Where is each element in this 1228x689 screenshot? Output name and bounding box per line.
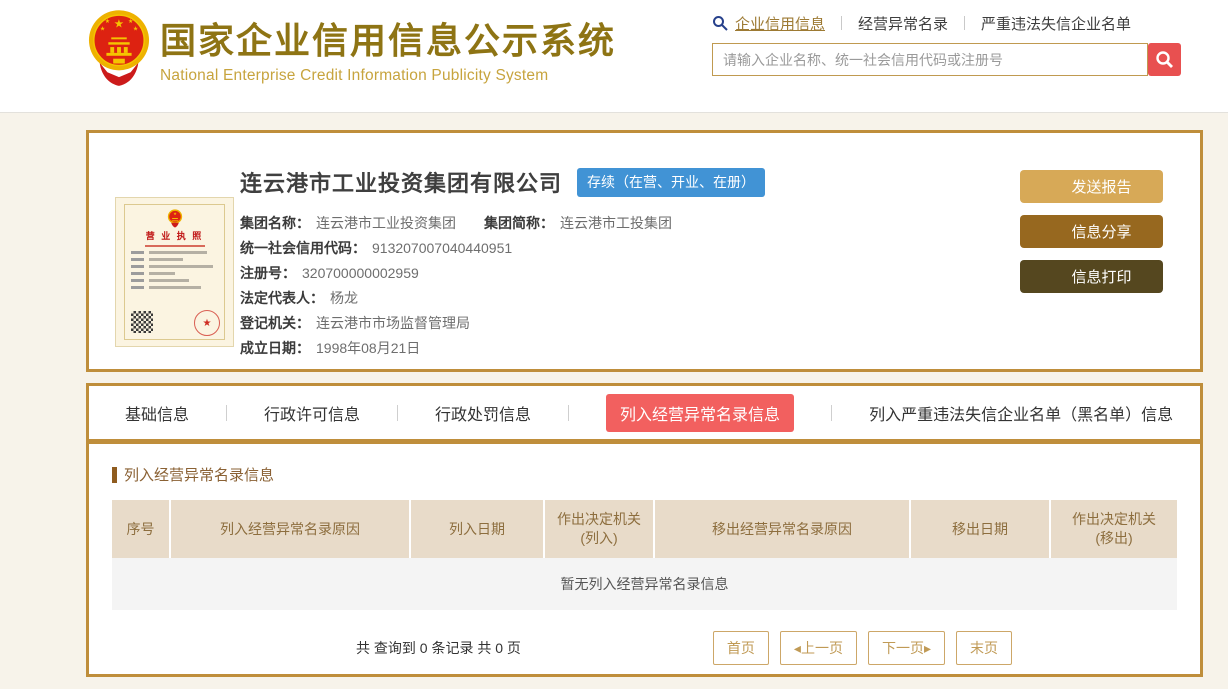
tab-bar: 基础信息 行政许可信息 行政处罚信息 列入经营异常名录信息 列入严重违法失信企业… — [89, 386, 1200, 439]
svg-text:★: ★ — [128, 18, 133, 25]
nav-link-illegal-list[interactable]: 严重违法失信企业名单 — [981, 13, 1131, 34]
company-fields: 集团名称：连云港市工业投资集团集团简称：连云港市工投集团 统一社会信用代码：91… — [240, 211, 765, 361]
field-establishment-date: 成立日期：1998年08月21日 — [240, 336, 765, 361]
search-icon — [712, 15, 728, 31]
col-header-remove-reason: 移出经营异常名录原因 — [655, 500, 911, 558]
col-header-remove-authority: 作出决定机关(移出) — [1051, 500, 1177, 558]
tab-separator — [226, 405, 227, 421]
svg-text:★: ★ — [114, 18, 124, 31]
svg-text:★: ★ — [133, 26, 138, 33]
nav-link-abnormal-list[interactable]: 经营异常名录 — [858, 13, 948, 34]
table-header-row: 序号 列入经营异常名录原因 列入日期 作出决定机关(列入) 移出经营异常名录原因… — [112, 500, 1177, 558]
svg-text:★: ★ — [100, 26, 105, 33]
col-header-list-date: 列入日期 — [411, 500, 545, 558]
last-page-button[interactable]: 末页 — [956, 631, 1012, 665]
table-empty-state: 暂无列入经营异常名录信息 — [112, 558, 1177, 610]
action-buttons: 发送报告 信息分享 信息打印 — [1020, 170, 1163, 305]
site-title-en: National Enterprise Credit Information P… — [160, 67, 616, 85]
next-page-button[interactable]: 下一页▸ — [868, 631, 945, 665]
company-summary-card: ★ 营 业 执 照 ★ 连云港市工业投资集团有限公司 存续（在营、开业、在册） … — [86, 130, 1203, 372]
col-header-list-authority: 作出决定机关(列入) — [545, 500, 655, 558]
license-red-seal: ★ — [194, 310, 220, 336]
field-registration-authority: 登记机关：连云港市市场监督管理局 — [240, 311, 765, 336]
section-title-bar — [112, 467, 117, 483]
nav-link-enterprise-credit[interactable]: 企业信用信息 — [735, 13, 825, 34]
search-input[interactable] — [712, 43, 1148, 76]
tab-separator — [831, 405, 832, 421]
field-legal-representative: 法定代表人：杨龙 — [240, 286, 765, 311]
tab-basic-info[interactable]: 基础信息 — [125, 401, 189, 425]
field-registration-number: 注册号：320700000002959 — [240, 261, 765, 286]
header-nav: 企业信用信息 经营异常名录 严重违法失信企业名单 — [712, 12, 1204, 34]
license-qr-code — [131, 311, 153, 333]
svg-text:★: ★ — [105, 18, 110, 25]
search-button[interactable] — [1148, 43, 1181, 76]
nav-separator — [964, 16, 965, 30]
detail-card: 基础信息 行政许可信息 行政处罚信息 列入经营异常名录信息 列入严重违法失信企业… — [86, 383, 1203, 677]
print-info-button[interactable]: 信息打印 — [1020, 260, 1163, 293]
share-info-button[interactable]: 信息分享 — [1020, 215, 1163, 248]
field-group-name: 集团名称：连云港市工业投资集团集团简称：连云港市工投集团 — [240, 211, 765, 236]
col-header-list-reason: 列入经营异常名录原因 — [171, 500, 411, 558]
license-title: 营 业 执 照 — [125, 229, 224, 242]
company-name: 连云港市工业投资集团有限公司 — [240, 166, 562, 198]
col-header-remove-date: 移出日期 — [911, 500, 1051, 558]
tab-abnormal-operations[interactable]: 列入经营异常名录信息 — [606, 394, 794, 432]
business-license-image[interactable]: ★ 营 业 执 照 ★ — [115, 197, 234, 347]
col-header-index: 序号 — [112, 500, 171, 558]
nav-separator — [841, 16, 842, 30]
prev-page-button[interactable]: ◂上一页 — [780, 631, 857, 665]
tab-administrative-penalty[interactable]: 行政处罚信息 — [435, 401, 531, 425]
send-report-button[interactable]: 发送报告 — [1020, 170, 1163, 203]
tab-separator — [568, 405, 569, 421]
site-header: ★ ★ ★ ★ ★ 国家企业信用信息公示系统 National Enterpri… — [0, 0, 1228, 113]
national-emblem-logo: ★ ★ ★ ★ ★ — [88, 8, 150, 90]
site-title-cn: 国家企业信用信息公示系统 — [160, 12, 616, 64]
search-icon — [1155, 50, 1174, 69]
license-emblem-icon: ★ — [167, 208, 183, 228]
tab-administrative-license[interactable]: 行政许可信息 — [264, 401, 360, 425]
section-title: 列入经营异常名录信息 — [112, 464, 1177, 485]
first-page-button[interactable]: 首页 — [713, 631, 769, 665]
record-count-text: 共 查询到 0 条记录 共 0 页 — [356, 638, 521, 658]
tab-serious-violations[interactable]: 列入严重违法失信企业名单（黑名单）信息 — [869, 401, 1173, 425]
pagination: 共 查询到 0 条记录 共 0 页 首页 ◂上一页 下一页▸ 末页 — [112, 631, 1177, 665]
status-badge: 存续（在营、开业、在册） — [577, 168, 765, 197]
svg-text:★: ★ — [173, 212, 177, 216]
field-credit-code: 统一社会信用代码：913207007040440951 — [240, 236, 765, 261]
tab-separator — [397, 405, 398, 421]
